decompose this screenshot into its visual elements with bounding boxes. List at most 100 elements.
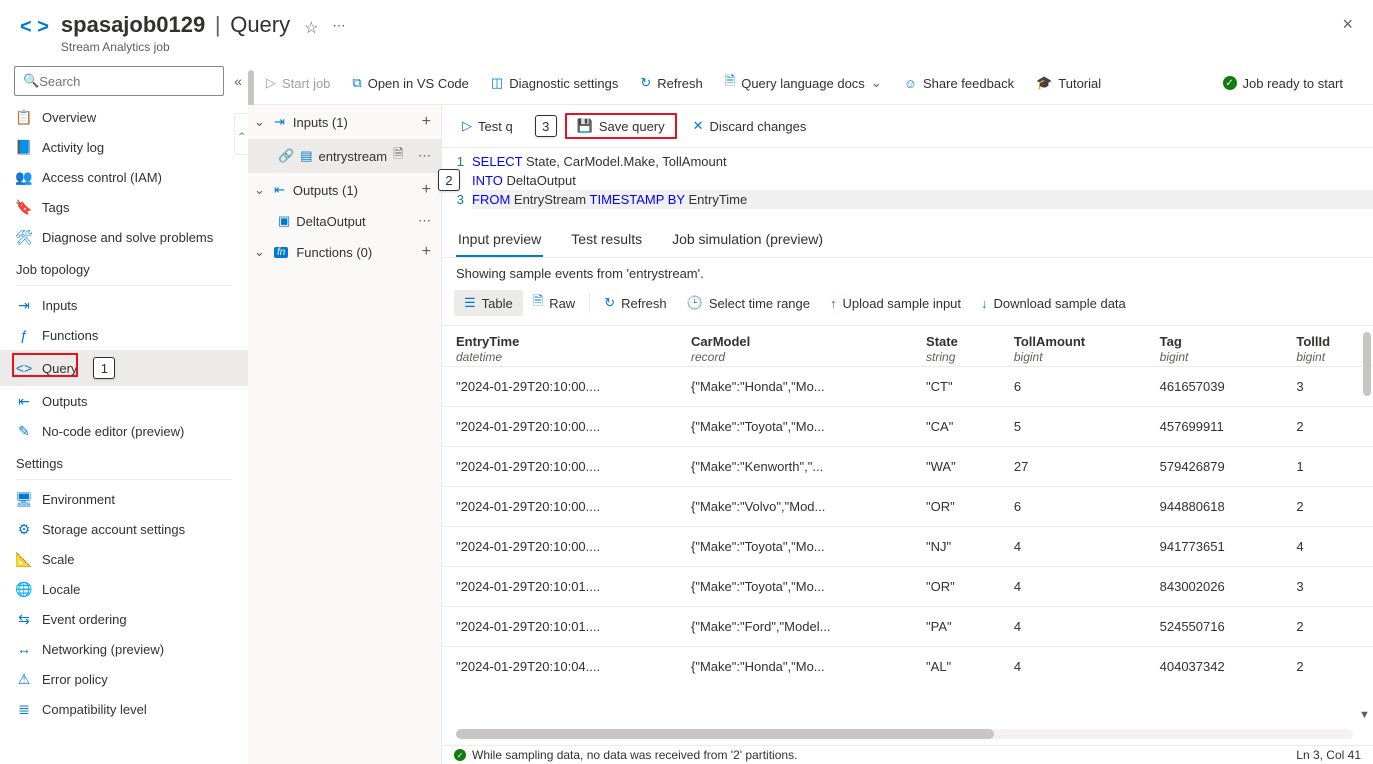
discard-changes-button[interactable]: ✕Discard changes: [685, 114, 815, 138]
nav-item-overview[interactable]: 📋Overview: [0, 102, 248, 132]
nav-label: Diagnose and solve problems: [42, 230, 213, 245]
col-tollid[interactable]: TollIdbigint: [1282, 326, 1373, 367]
query-docs-button[interactable]: 🗎Query language docs ⌄: [723, 68, 884, 98]
nav-icon: 📘: [16, 139, 32, 155]
table-cell: 6: [1000, 367, 1146, 407]
chevron-down-icon: ⌄: [254, 182, 266, 198]
nav-item-locale[interactable]: 🌐Locale: [0, 574, 248, 604]
table-cell: "2024-01-29T20:10:00....: [442, 447, 677, 487]
table-row[interactable]: "2024-01-29T20:10:01....{"Make":"Ford","…: [442, 607, 1373, 647]
chevron-down-icon: ⌄: [254, 114, 266, 130]
table-row[interactable]: "2024-01-29T20:10:00....{"Make":"Honda",…: [442, 367, 1373, 407]
nav-icon: 🌐: [16, 581, 32, 597]
nav-item-access-control-iam-[interactable]: 👥Access control (IAM): [0, 162, 248, 192]
refresh-button[interactable]: ↻Refresh: [638, 71, 704, 95]
tutorial-button[interactable]: 🎓Tutorial: [1034, 71, 1103, 95]
more-icon[interactable]: ⋯: [418, 213, 431, 229]
table-cell: {"Make":"Kenworth","...: [677, 447, 912, 487]
col-state[interactable]: Statestring: [912, 326, 1000, 367]
more-icon[interactable]: ⋯: [332, 18, 345, 34]
tree-output-deltaoutput[interactable]: ▣ DeltaOutput ⋯: [248, 207, 441, 235]
nav-item-scale[interactable]: 📐Scale: [0, 544, 248, 574]
open-vscode-button[interactable]: ⧉Open in VS Code: [350, 71, 470, 95]
nav-item-query[interactable]: <>Query1: [0, 350, 248, 386]
preview-refresh-button[interactable]: ↻Refresh: [594, 290, 676, 316]
nav-item-storage-account-settings[interactable]: ⚙Storage account settings: [0, 514, 248, 544]
more-icon[interactable]: ⋯: [418, 148, 431, 164]
tree-input-entrystream[interactable]: 🔗 ▤ entrystream 🗎 ⋯: [248, 139, 441, 173]
table-cell: {"Make":"Ford","Model...: [677, 607, 912, 647]
col-tollamount[interactable]: TollAmountbigint: [1000, 326, 1146, 367]
nav-item-functions[interactable]: ƒFunctions: [0, 320, 248, 350]
table-cell: 4: [1000, 607, 1146, 647]
nav-label: Environment: [42, 492, 115, 507]
statusbar: While sampling data, no data was receive…: [442, 745, 1373, 764]
nav-item-diagnose-and-solve-problems[interactable]: 🛠Diagnose and solve problems: [0, 222, 248, 252]
view-table-button[interactable]: ☰Table: [454, 290, 523, 316]
col-carmodel[interactable]: CarModelrecord: [677, 326, 912, 367]
select-time-range-button[interactable]: 🕒Select time range: [677, 290, 820, 316]
nav-item-inputs[interactable]: ⇥Inputs: [0, 290, 248, 320]
nav-item-error-policy[interactable]: ⚠Error policy: [0, 664, 248, 694]
favorite-star-icon[interactable]: ☆: [304, 18, 318, 38]
callout-1: 1: [93, 357, 115, 379]
view-raw-button[interactable]: 🗎Raw: [523, 287, 585, 319]
table-cell: 1: [1282, 447, 1373, 487]
resource-icon: < >: [20, 16, 49, 39]
tab-input-preview[interactable]: Input preview: [456, 225, 543, 257]
table-cell: 457699911: [1146, 407, 1283, 447]
share-feedback-button[interactable]: ☺Share feedback: [902, 72, 1016, 95]
nav-item-activity-log[interactable]: 📘Activity log: [0, 132, 248, 162]
tab-job-simulation[interactable]: Job simulation (preview): [670, 225, 825, 257]
nav-label: Overview: [42, 110, 96, 125]
table-row[interactable]: "2024-01-29T20:10:00....{"Make":"Volvo",…: [442, 487, 1373, 527]
table-row[interactable]: "2024-01-29T20:10:04....{"Make":"Honda",…: [442, 647, 1373, 687]
tree-collapse-handle[interactable]: ‹: [234, 113, 248, 155]
query-editor[interactable]: 1 2 3 SELECT State, CarModel.Make, TollA…: [442, 148, 1373, 219]
nav-item-outputs[interactable]: ⇤Outputs: [0, 386, 248, 416]
collapse-nav-icon[interactable]: «: [230, 69, 246, 93]
tree-inputs-header[interactable]: ⌄ ⇥ Inputs (1) +: [248, 105, 441, 139]
editor-toolbar: ▷Test q 3 💾Save query ✕Discard changes: [442, 105, 1373, 148]
table-cell: 941773651: [1146, 527, 1283, 567]
table-cell: 524550716: [1146, 607, 1283, 647]
horizontal-scrollbar[interactable]: [456, 729, 1353, 739]
nav-item-event-ordering[interactable]: ⇆Event ordering: [0, 604, 248, 634]
nav-item-compatibility-level[interactable]: ≣Compatibility level: [0, 694, 248, 724]
add-function-icon[interactable]: +: [422, 243, 431, 261]
table-row[interactable]: "2024-01-29T20:10:01....{"Make":"Toyota"…: [442, 567, 1373, 607]
nav-label: No-code editor (preview): [42, 424, 184, 439]
test-query-button[interactable]: ▷Test q: [454, 114, 521, 138]
start-job-button[interactable]: ▷Start job: [264, 71, 332, 95]
nav-icon: 🖥: [16, 491, 32, 507]
col-tag[interactable]: Tagbigint: [1146, 326, 1283, 367]
table-row[interactable]: "2024-01-29T20:10:00....{"Make":"Toyota"…: [442, 527, 1373, 567]
add-input-icon[interactable]: +: [422, 113, 431, 131]
nav-item-tags[interactable]: 🔖Tags: [0, 192, 248, 222]
vertical-scrollbar[interactable]: [1363, 332, 1371, 396]
download-sample-button[interactable]: ↓Download sample data: [971, 291, 1136, 316]
scroll-down-icon[interactable]: ▼: [1359, 709, 1371, 721]
add-output-icon[interactable]: +: [422, 181, 431, 199]
upload-sample-button[interactable]: ↑Upload sample input: [820, 291, 971, 316]
nav-item-environment[interactable]: 🖥 Environment: [0, 484, 248, 514]
nav-label: Inputs: [42, 298, 77, 313]
nav-item-no-code-editor-preview-[interactable]: ✎No-code editor (preview): [0, 416, 248, 446]
command-bar: ▷Start job ⧉Open in VS Code ◫Diagnostic …: [248, 62, 1373, 105]
io-tree-panel: ‹ ⌄ ⇥ Inputs (1) + 🔗 ▤ entrystream 🗎 ⋯ ⌄…: [248, 105, 442, 764]
table-cell: "OR": [912, 487, 1000, 527]
nav-label: Tags: [42, 200, 69, 215]
table-row[interactable]: "2024-01-29T20:10:00....{"Make":"Toyota"…: [442, 407, 1373, 447]
col-entrytime[interactable]: EntryTimedatetime: [442, 326, 677, 367]
nav-icon: ↔: [16, 641, 32, 657]
close-icon[interactable]: ×: [1342, 14, 1353, 35]
search-input[interactable]: 🔍: [14, 66, 224, 96]
save-query-button[interactable]: 💾Save query: [565, 113, 677, 139]
tab-test-results[interactable]: Test results: [569, 225, 644, 257]
table-row[interactable]: "2024-01-29T20:10:00....{"Make":"Kenwort…: [442, 447, 1373, 487]
nav-item-networking-preview-[interactable]: ↔Networking (preview): [0, 634, 248, 664]
tree-outputs-header[interactable]: ⌄ ⇤ Outputs (1) +: [248, 173, 441, 207]
diagnostic-settings-button[interactable]: ◫Diagnostic settings: [489, 71, 620, 95]
tree-functions-header[interactable]: ⌄ fn Functions (0) +: [248, 235, 441, 269]
table-cell: 944880618: [1146, 487, 1283, 527]
